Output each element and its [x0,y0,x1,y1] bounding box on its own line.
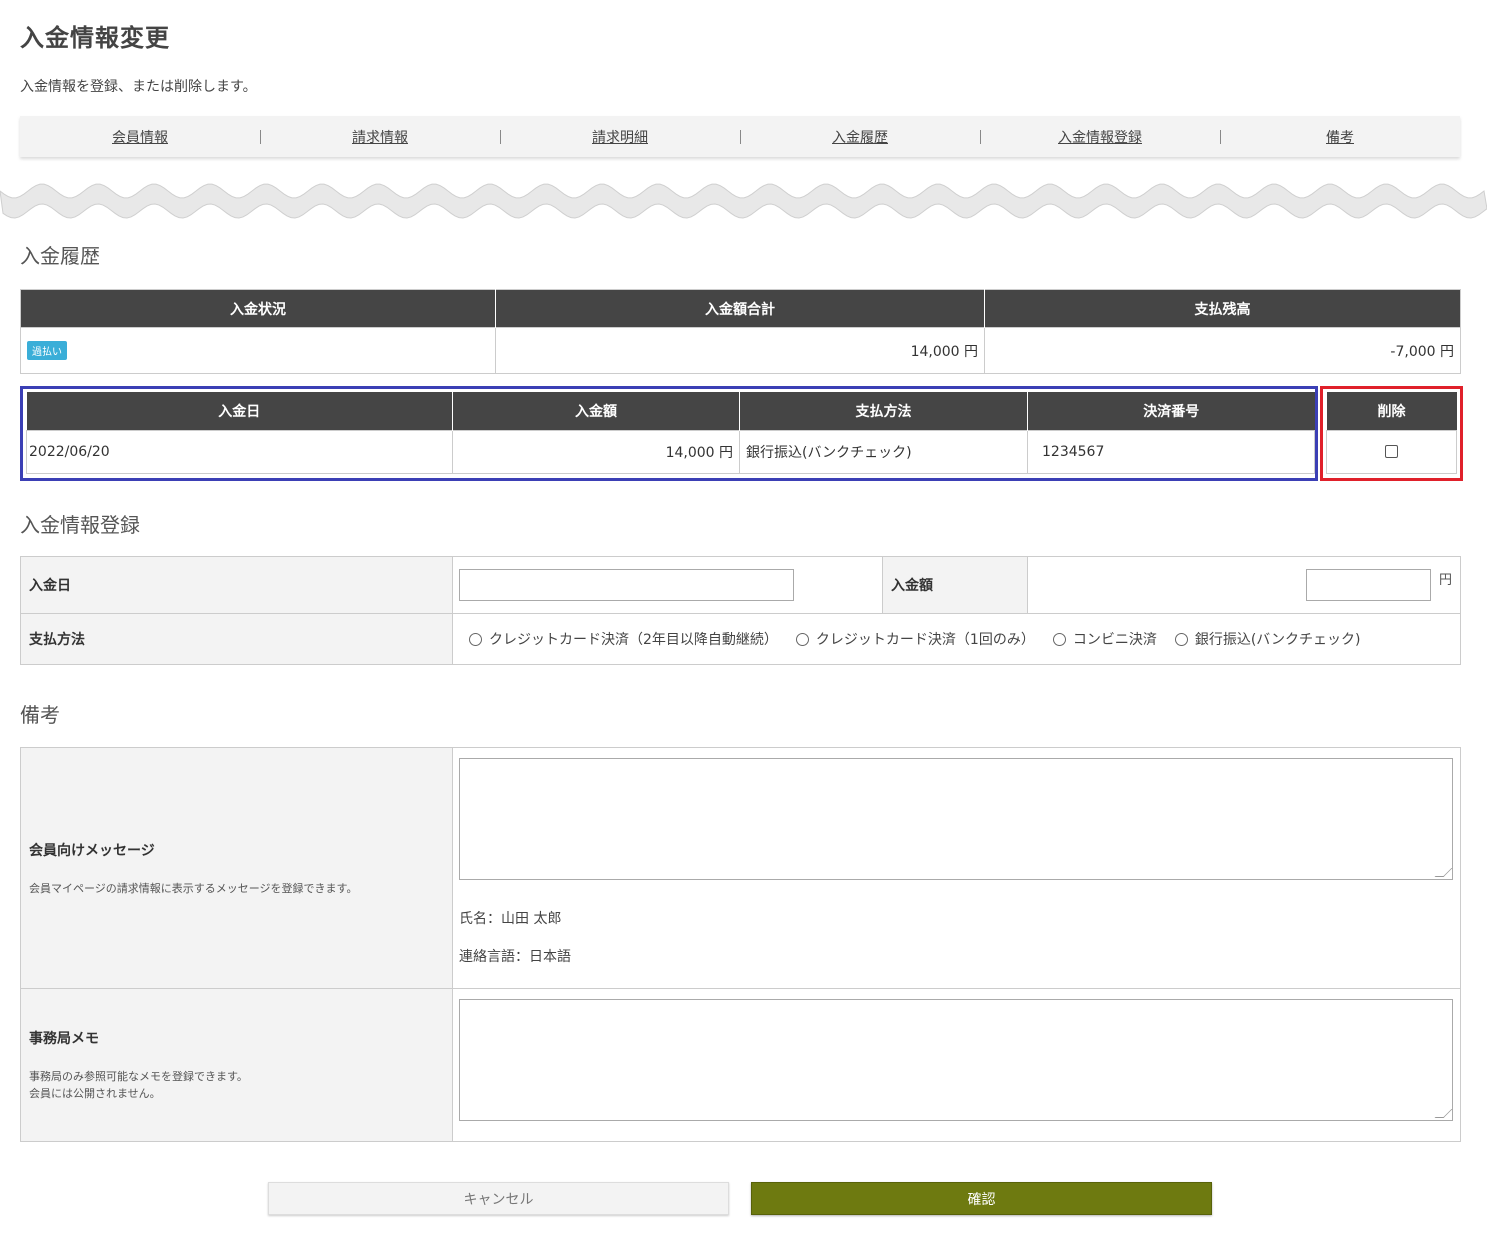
delete-header-row: 削除 [1326,392,1457,430]
office-memo-help: 事務局のみ参照可能なメモを登録できます。 会員には公開されません。 [29,1068,444,1102]
yen-unit: 円 [1438,573,1452,588]
records-header-method: 支払方法 [739,392,1028,430]
section-title-payment-history: 入金履歴 [20,244,100,268]
nav-item-payment-history: 入金履歴 [740,127,980,147]
office-memo-cell [452,988,1461,1142]
radio-button[interactable] [1052,632,1066,646]
radio-button[interactable] [469,632,482,646]
status-badge: 過払い [27,341,67,360]
notes-row-office-memo: 事務局メモ 事務局のみ参照可能なメモを登録できます。 会員には公開されません。 [20,988,1461,1142]
payment-amount-input[interactable] [1305,569,1431,601]
summary-header-total: 入金額合計 [495,289,985,328]
record-amount: 14,000 円 [452,429,740,474]
nav-item-notes: 備考 [1220,127,1460,147]
delete-table: 削除 [1326,392,1457,474]
radio-option-credit-once[interactable]: クレジットカード決済（1回のみ） [795,629,1035,649]
office-memo-help-line1: 事務局のみ参照可能なメモを登録できます。 [29,1070,248,1083]
radio-label: クレジットカード決済（2年目以降自動継続） [489,632,778,648]
summary-status-cell: 過払い [20,327,496,374]
office-memo-header: 事務局メモ 事務局のみ参照可能なメモを登録できます。 会員には公開されません。 [20,988,453,1142]
confirm-button[interactable]: 確認 [751,1182,1212,1215]
delete-checkbox[interactable] [1385,445,1398,458]
member-message-textarea[interactable] [459,758,1453,880]
delete-row [1326,429,1457,474]
records-header-date: 入金日 [26,392,453,430]
cancel-button[interactable]: キャンセル [268,1182,729,1215]
nav-link-billing-info[interactable]: 請求情報 [352,130,408,146]
amount-label: 入金額 [882,556,1028,614]
nav-link-billing-details[interactable]: 請求明細 [592,130,648,146]
delete-header: 削除 [1326,392,1457,430]
payment-registration-form: 入金日 入金額 円 支払方法 クレジットカード決済（2年目以降自動継続） クレジ… [20,556,1461,665]
registration-row-method: 支払方法 クレジットカード決済（2年目以降自動継続） クレジットカード決済（1回… [20,613,1461,665]
section-title-notes: 備考 [20,703,60,727]
anchor-nav: 会員情報 請求情報 請求明細 入金履歴 入金情報登録 備考 [20,116,1460,157]
registration-row-date-amount: 入金日 入金額 円 [20,556,1461,614]
office-memo-label: 事務局メモ [29,1031,99,1047]
record-settlement-no: 1234567 [1027,429,1315,474]
payment-records-table: 入金日 入金額 支払方法 決済番号 2022/06/20 14,000 円 銀行… [26,392,1315,474]
nav-item-billing-info: 請求情報 [260,127,500,147]
member-message-header: 会員向けメッセージ 会員マイページの請求情報に表示するメッセージを登録できます。 [20,747,453,989]
summary-header-balance: 支払残高 [984,289,1461,328]
nav-link-payment-history[interactable]: 入金履歴 [832,130,888,146]
radio-label: コンビニ決済 [1072,632,1157,648]
member-message-cell: 氏名：山田 太郎 連絡言語：日本語 [452,747,1461,989]
member-name-line: 氏名：山田 太郎 [459,911,562,927]
summary-header-status: 入金状況 [20,289,496,328]
method-cell: クレジットカード決済（2年目以降自動継続） クレジットカード決済（1回のみ） コ… [452,613,1461,665]
payment-method-radio-group: クレジットカード決済（2年目以降自動継続） クレジットカード決済（1回のみ） コ… [459,629,1454,649]
table-row: 2022/06/20 14,000 円 銀行振込(バンクチェック) 123456… [26,429,1315,474]
member-message-help: 会員マイページの請求情報に表示するメッセージを登録できます。 [29,881,358,895]
member-message-label: 会員向けメッセージ [29,842,155,859]
office-memo-help-line2: 会員には公開されません。 [29,1087,161,1100]
date-label: 入金日 [20,556,453,614]
records-header-row: 入金日 入金額 支払方法 決済番号 [26,392,1315,430]
radio-option-credit-auto[interactable]: クレジットカード決済（2年目以降自動継続） [469,629,778,649]
radio-option-bank-transfer[interactable]: 銀行振込(バンクチェック) [1174,629,1361,649]
radio-label: 銀行振込(バンクチェック) [1194,632,1361,648]
office-memo-textarea[interactable] [459,999,1453,1121]
radio-label: クレジットカード決済（1回のみ） [815,632,1035,648]
date-cell [452,556,883,614]
notes-row-member-message: 会員向けメッセージ 会員マイページの請求情報に表示するメッセージを登録できます。… [20,747,1461,989]
delete-cell [1326,429,1457,474]
page-title: 入金情報変更 [20,24,170,52]
nav-item-payment-registration: 入金情報登録 [980,127,1220,147]
record-date: 2022/06/20 [26,429,453,474]
nav-item-billing-details: 請求明細 [500,127,740,147]
nav-item-member-info: 会員情報 [20,127,260,147]
wave-divider [0,183,1487,219]
summary-row: 過払い 14,000 円 -7,000 円 [20,327,1461,374]
summary-balance-cell: -7,000 円 [984,327,1461,374]
notes-form: 会員向けメッセージ 会員マイページの請求情報に表示するメッセージを登録できます。… [20,747,1461,1142]
nav-link-member-info[interactable]: 会員情報 [112,130,168,146]
page-description: 入金情報を登録、または削除します。 [20,79,257,95]
radio-option-convenience-store[interactable]: コンビニ決済 [1052,629,1157,649]
summary-total-cell: 14,000 円 [495,327,985,374]
contact-language-line: 連絡言語：日本語 [459,949,571,965]
payment-summary-table: 入金状況 入金額合計 支払残高 過払い 14,000 円 -7,000 円 [20,289,1461,374]
radio-button[interactable] [1174,632,1188,646]
method-label: 支払方法 [20,613,453,665]
section-title-payment-registration: 入金情報登録 [20,513,140,537]
summary-header-row: 入金状況 入金額合計 支払残高 [20,289,1461,328]
radio-button[interactable] [795,632,809,646]
nav-link-notes[interactable]: 備考 [1326,130,1354,146]
record-method: 銀行振込(バンクチェック) [739,429,1028,474]
nav-link-payment-registration[interactable]: 入金情報登録 [1058,130,1142,146]
payment-date-input[interactable] [459,569,794,601]
records-header-settlement-no: 決済番号 [1027,392,1315,430]
amount-cell: 円 [1027,556,1461,614]
records-header-amount: 入金額 [452,392,740,430]
